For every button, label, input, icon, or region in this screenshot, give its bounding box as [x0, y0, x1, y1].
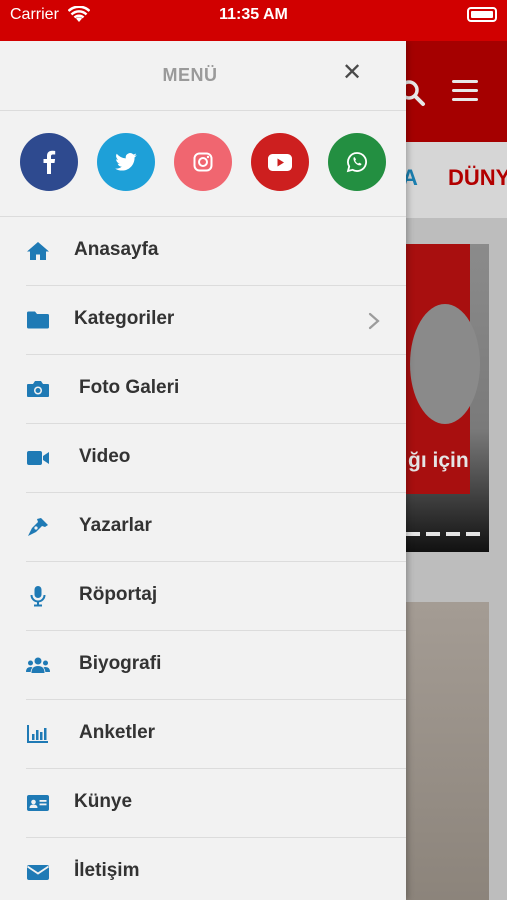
twitter-icon: [115, 153, 137, 171]
menu-item-foto-galeri[interactable]: Foto Galeri: [26, 355, 406, 424]
menu-item-iletisim[interactable]: İletişim: [26, 838, 406, 900]
folder-icon: [27, 311, 49, 329]
menu-item-biyografi[interactable]: Biyografi: [26, 631, 406, 700]
video-camera-icon: [27, 451, 49, 465]
pen-icon: [28, 518, 48, 536]
menu-item-roportaj[interactable]: Röportaj: [26, 562, 406, 631]
menu-label: Kategoriler: [74, 308, 175, 329]
side-drawer-menu: MENÜ ✕ Anasayfa Kategoriler Foto Galeri …: [0, 41, 406, 900]
microphone-icon: [30, 586, 46, 607]
youtube-icon: [268, 153, 292, 171]
bar-chart-icon: [27, 725, 48, 743]
menu-item-kategoriler[interactable]: Kategoriler: [26, 286, 406, 355]
menu-list: Anasayfa Kategoriler Foto Galeri Video Y…: [0, 217, 406, 900]
close-icon[interactable]: ✕: [340, 61, 364, 85]
menu-item-yazarlar[interactable]: Yazarlar: [26, 493, 406, 562]
menu-label: Foto Galeri: [79, 377, 180, 398]
users-icon: [26, 657, 50, 673]
menu-label: Video: [79, 446, 131, 467]
home-icon: [27, 242, 49, 260]
status-bar: Carrier 11:35 AM: [0, 0, 507, 41]
menu-item-anasayfa[interactable]: Anasayfa: [26, 217, 406, 286]
whatsapp-button[interactable]: [328, 133, 386, 191]
menu-label: İletişim: [74, 860, 140, 881]
menu-label: Anasayfa: [74, 239, 159, 260]
id-card-icon: [27, 795, 49, 811]
news-headline: ğı için: [408, 449, 469, 472]
clock: 11:35 AM: [219, 6, 288, 23]
envelope-icon: [27, 865, 49, 880]
youtube-button[interactable]: [251, 133, 309, 191]
news-card-image[interactable]: [400, 602, 489, 900]
battery-icon: [467, 7, 497, 22]
category-tab-dunya[interactable]: DÜNY: [448, 165, 507, 191]
drawer-header: MENÜ ✕: [0, 41, 406, 111]
slider-indicators: [406, 532, 486, 536]
menu-label: Yazarlar: [79, 515, 152, 536]
menu-item-anketler[interactable]: Anketler: [26, 700, 406, 769]
menu-label: Röportaj: [79, 584, 158, 605]
facebook-icon: [43, 150, 56, 174]
twitter-button[interactable]: [97, 133, 155, 191]
instagram-button[interactable]: [174, 133, 232, 191]
menu-item-kunye[interactable]: Künye: [26, 769, 406, 838]
news-card[interactable]: ğı için: [400, 244, 489, 552]
hamburger-menu-icon[interactable]: [452, 80, 478, 102]
menu-label: Künye: [74, 791, 133, 812]
whatsapp-icon: [346, 152, 367, 173]
facebook-button[interactable]: [20, 133, 78, 191]
flag-crescent: [410, 304, 480, 424]
menu-label: Anketler: [79, 722, 156, 743]
camera-icon: [27, 381, 49, 397]
chevron-right-icon: [368, 312, 380, 330]
social-links: [0, 111, 406, 217]
instagram-icon: [193, 152, 213, 172]
menu-label: Biyografi: [79, 653, 162, 674]
menu-item-video[interactable]: Video: [26, 424, 406, 493]
drawer-title: MENÜ: [162, 65, 218, 85]
